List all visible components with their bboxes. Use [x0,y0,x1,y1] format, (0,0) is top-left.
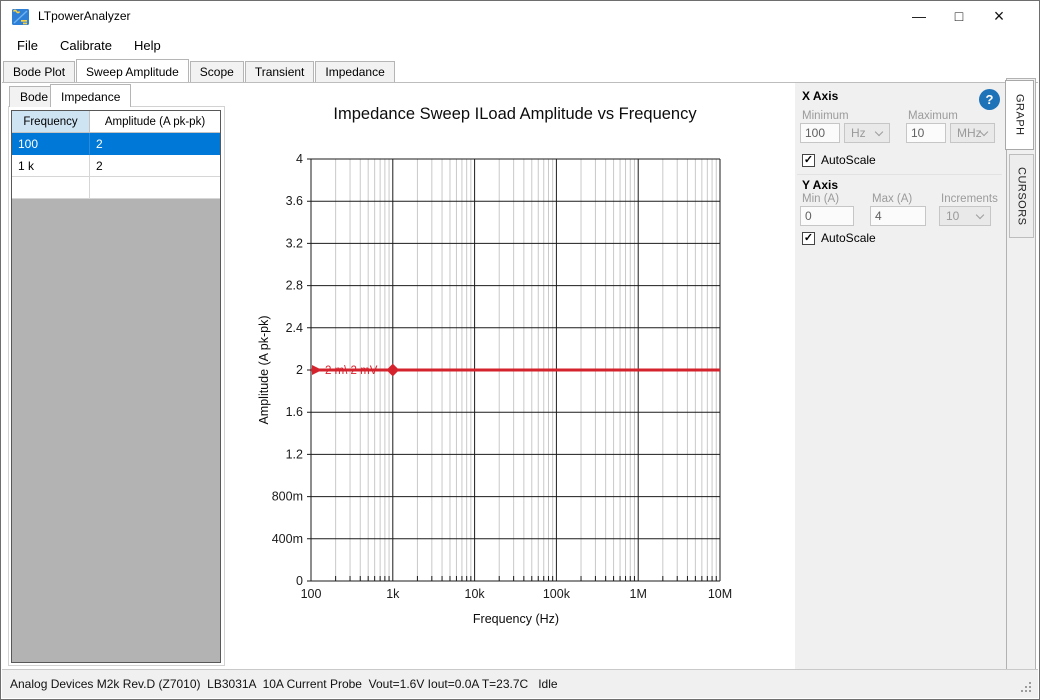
minimize-icon: — [912,8,926,24]
checkmark-icon: ✓ [804,154,813,167]
y-min-label: Min (A) [802,193,839,205]
table-empty-area [12,199,220,662]
side-tab-strip: GRAPH CURSORS [1006,78,1036,671]
increments-label: Increments [941,193,998,205]
menu-calibrate[interactable]: Calibrate [49,34,123,57]
checkmark-icon: ✓ [804,232,813,245]
chevron-down-icon [875,128,883,136]
x-tick-label: 100 [301,587,322,601]
x-min-unit-value: Hz [851,126,866,140]
cell-amplitude[interactable] [90,177,220,199]
y-autoscale-checkbox[interactable]: ✓ [802,232,815,245]
y-tick-label: 1.2 [286,447,303,461]
y-tick-label: 2.8 [286,279,303,293]
y-tick-label: 2 [296,363,303,377]
y-axis-label: Amplitude (A pk-pk) [257,315,271,424]
tab-bode-plot[interactable]: Bode Plot [3,61,75,82]
y-tick-label: 3.2 [286,236,303,250]
tab-transient[interactable]: Transient [245,61,315,82]
x-axis-label: Frequency (Hz) [311,612,721,626]
y-tick-label: 0 [296,574,303,588]
data-marker [386,364,399,377]
x-axis-heading: X Axis [802,89,838,103]
status-bar: Analog Devices M2k Rev.D (Z7010) LB3031A… [2,669,1038,698]
increments-dropdown[interactable]: 10 [939,206,991,226]
chart-title: Impedance Sweep ILoad Amplitude vs Frequ… [268,105,762,124]
main-tab-strip: Bode Plot Sweep Amplitude Scope Transien… [3,59,1039,82]
y-tick-label: 1.6 [286,405,303,419]
chart-area: Impedance Sweep ILoad Amplitude vs Frequ… [228,83,795,671]
y-max-input[interactable]: 4 [870,206,926,226]
sweep-amplitude-page: Bode Impedance Frequency Amplitude (A pk… [2,82,1038,670]
graph-settings-panel: X Axis ? Minimum 100 Hz Maximum 10 MHz ✓… [795,83,1007,671]
chevron-down-icon [976,211,984,219]
x-autoscale-checkbox[interactable]: ✓ [802,154,815,167]
table-row[interactable]: 100 2 [12,133,220,155]
y-tick-label: 3.6 [286,194,303,208]
y-tick-label: 2.4 [286,321,303,335]
side-tab-graph[interactable]: GRAPH [1005,80,1034,150]
close-icon: × [994,6,1005,27]
x-max-input[interactable]: 10 [906,123,946,143]
y-tick-label: 800m [272,490,303,504]
app-icon [12,8,30,26]
resize-grip-icon[interactable] [1021,690,1023,692]
cell-frequency[interactable]: 1 k [12,155,90,177]
cell-frequency[interactable]: 100 [12,133,90,155]
x-tick-label: 10k [465,587,486,601]
y-autoscale-row: ✓ AutoScale [802,231,876,245]
increments-value: 10 [946,209,959,223]
y-axis-heading: Y Axis [802,178,838,192]
table-header-row: Frequency Amplitude (A pk-pk) [12,111,220,133]
y-tick-label: 4 [296,152,303,166]
maximize-icon: □ [955,8,963,24]
window-controls: — □ × [899,1,1019,31]
menu-bar: File Calibrate Help [1,32,1039,59]
table-row[interactable]: 1 k 2 [12,155,220,177]
y-min-input[interactable]: 0 [800,206,854,226]
x-min-unit-dropdown[interactable]: Hz [844,123,890,143]
menu-help[interactable]: Help [123,34,172,57]
table-row[interactable] [12,177,220,199]
maximize-button[interactable]: □ [939,1,979,31]
cell-amplitude[interactable]: 2 [90,155,220,177]
x-autoscale-row: ✓ AutoScale [802,153,876,167]
maximum-label: Maximum [908,110,958,122]
x-min-input[interactable]: 100 [800,123,840,143]
section-divider [797,174,1002,175]
tab-sweep-amplitude[interactable]: Sweep Amplitude [76,59,189,82]
cell-frequency[interactable] [12,177,90,199]
x-tick-label: 100k [543,587,571,601]
y-tick-label: 400m [272,532,303,546]
tab-impedance[interactable]: Impedance [315,61,394,82]
x-tick-label: 1M [630,587,647,601]
column-header-frequency[interactable]: Frequency [12,111,90,133]
status-text: Analog Devices M2k Rev.D (Z7010) LB3031A… [10,670,558,699]
y-autoscale-label: AutoScale [821,231,876,245]
side-tab-cursors[interactable]: CURSORS [1009,154,1034,238]
x-autoscale-label: AutoScale [821,153,876,167]
subtab-impedance[interactable]: Impedance [50,84,131,107]
column-header-amplitude[interactable]: Amplitude (A pk-pk) [90,111,220,133]
title-bar: LTpowerAnalyzer — □ × [1,1,1039,32]
help-button[interactable]: ? [979,89,1000,110]
y-max-label: Max (A) [872,193,912,205]
sweep-points-table: Frequency Amplitude (A pk-pk) 100 2 1 k … [11,110,221,663]
app-window: LTpowerAnalyzer — □ × File Calibrate Hel… [0,0,1040,700]
x-tick-label: 10M [708,587,732,601]
menu-file[interactable]: File [6,34,49,57]
impedance-sweep-chart: 0 400m 800m 1.2 1.6 2 2.4 2.8 3.2 3.6 4 100 1k 10k 100… [228,83,795,671]
x-tick-label: 1k [386,587,400,601]
tab-scope[interactable]: Scope [190,61,244,82]
window-title: LTpowerAnalyzer [38,1,130,32]
x-max-unit-dropdown[interactable]: MHz [950,123,995,143]
minimum-label: Minimum [802,110,849,122]
close-button[interactable]: × [979,1,1019,31]
start-marker [312,365,322,375]
cell-amplitude[interactable]: 2 [90,133,220,155]
help-icon: ? [986,92,994,107]
x-max-unit-value: MHz [957,126,982,140]
minimize-button[interactable]: — [899,1,939,31]
chart-annotation: 2 m\ 2 mV [325,365,378,377]
